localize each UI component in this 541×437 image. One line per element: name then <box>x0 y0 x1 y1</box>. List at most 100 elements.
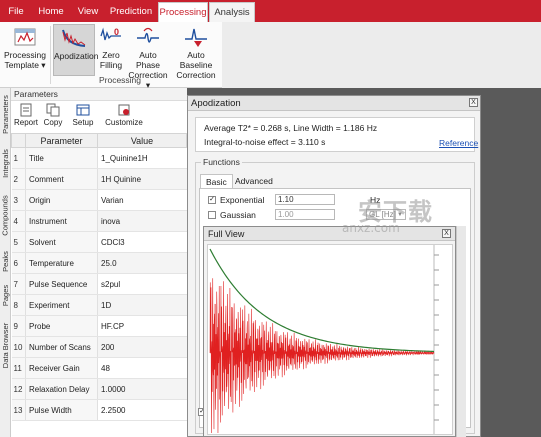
side-tab-peaks[interactable]: Peaks <box>0 246 11 276</box>
table-row[interactable]: 10 Number of Scans 200 <box>11 336 187 358</box>
tab-home[interactable]: Home <box>33 2 69 22</box>
apodization-envelope-line <box>209 248 435 353</box>
parameter-name: Number of Scans <box>25 336 98 358</box>
exponential-checkbox[interactable]: ✓ <box>208 196 216 204</box>
side-tab-compounds[interactable]: Compounds <box>0 188 11 242</box>
parameter-name: Experiment <box>25 294 98 316</box>
table-row[interactable]: 13 Pulse Width 2.2500 <box>11 399 187 421</box>
report-button[interactable]: Report <box>14 103 38 131</box>
ribbon-empty-area <box>222 22 541 88</box>
fid-plot-area <box>207 244 453 435</box>
row-number: 7 <box>11 273 26 295</box>
parameter-value[interactable]: 1.0000 <box>97 378 187 400</box>
parameter-value[interactable]: s2pul <box>97 273 187 295</box>
parameter-name: Comment <box>25 168 98 190</box>
integral-noise-text: Integral-to-noise effect = 3.110 s <box>204 137 326 147</box>
value-column-header[interactable]: Value <box>97 133 187 148</box>
tab-analysis[interactable]: Analysis <box>209 2 255 22</box>
side-tab-parameters[interactable]: Parameters <box>0 90 11 138</box>
row-number-header <box>11 133 26 148</box>
parameter-value[interactable]: HF.CP <box>97 315 187 337</box>
table-row[interactable]: 3 Origin Varian <box>11 189 187 211</box>
tab-processing[interactable]: Processing <box>158 2 208 22</box>
row-number: 11 <box>11 357 26 379</box>
parameter-value[interactable]: 200 <box>97 336 187 358</box>
table-row[interactable]: 8 Experiment 1D <box>11 294 187 316</box>
auto-baseline-correction-button[interactable]: Auto Baseline Correction <box>172 24 220 80</box>
gaussian-checkbox[interactable] <box>208 211 216 219</box>
row-number: 1 <box>11 147 26 169</box>
customize-label: Customize <box>105 118 143 127</box>
fid-signal-line <box>209 278 435 434</box>
parameter-name: Probe <box>25 315 98 337</box>
table-row[interactable]: 2 Comment 1H Quinine <box>11 168 187 190</box>
table-row[interactable]: 5 Solvent CDCl3 <box>11 231 187 253</box>
workspace-scrollbar[interactable] <box>456 226 466 437</box>
table-row[interactable]: 6 Temperature 25.0 <box>11 252 187 274</box>
tab-basic[interactable]: Basic <box>200 174 233 188</box>
report-icon <box>20 103 32 117</box>
ribbon-panel: Processing Template ▾ Apodization 0 Zero… <box>0 22 541 90</box>
processing-template-label: Processing <box>3 50 47 60</box>
parameter-value[interactable]: 25.0 <box>97 252 187 274</box>
processing-group-label: Processing <box>98 75 142 85</box>
customize-button[interactable]: Customize <box>104 103 144 131</box>
setup-button[interactable]: Setup <box>71 103 95 131</box>
watermark-url: anxz.com <box>342 221 400 235</box>
parameter-name: Temperature <box>25 252 98 274</box>
row-number: 6 <box>11 252 26 274</box>
zero-filling-button[interactable]: 0 Zero Filling <box>98 24 124 76</box>
parameter-value[interactable]: 1_Quinine1H <box>97 147 187 169</box>
side-tab-integrals-label: Integrals <box>1 148 10 178</box>
parameter-value[interactable]: 48 <box>97 357 187 379</box>
auto-phase-correction-button[interactable]: Auto Phase Correction ▾ <box>127 24 169 90</box>
table-row[interactable]: 1 Title 1_Quinine1H <box>11 147 187 169</box>
side-tab-data-browser[interactable]: Data Browser <box>0 316 11 374</box>
apodization-close-button[interactable]: X <box>469 98 478 107</box>
side-tab-pages[interactable]: Pages <box>0 280 11 310</box>
parameter-value[interactable]: 1H Quinine <box>97 168 187 190</box>
parameter-name: Receiver Gain <box>25 357 98 379</box>
parameter-name: Pulse Sequence <box>25 273 98 295</box>
table-row[interactable]: 12 Relaxation Delay 1.0000 <box>11 378 187 400</box>
parameter-column-header[interactable]: Parameter <box>25 133 98 148</box>
full-view-close-button[interactable]: X <box>442 229 451 238</box>
parameter-value[interactable]: Varian <box>97 189 187 211</box>
zero-filling-sublabel: Filling <box>99 60 123 70</box>
table-row[interactable]: 7 Pulse Sequence s2pul <box>11 273 187 295</box>
gaussian-value-input[interactable]: 1.00 <box>275 209 335 220</box>
parameter-name: Pulse Width <box>25 399 98 421</box>
row-number: 8 <box>11 294 26 316</box>
tab-file[interactable]: File <box>2 2 30 22</box>
copy-button[interactable]: Copy <box>42 103 64 131</box>
side-tab-integrals[interactable]: Integrals <box>0 142 11 184</box>
parameter-value[interactable]: 2.2500 <box>97 399 187 421</box>
parameter-value[interactable]: inova <box>97 210 187 232</box>
parameter-value[interactable]: CDCl3 <box>97 231 187 253</box>
row-number: 13 <box>11 399 26 421</box>
row-number: 4 <box>11 210 26 232</box>
tab-view[interactable]: View <box>73 2 103 22</box>
full-view-title: Full View <box>204 227 455 241</box>
report-label: Report <box>14 118 39 127</box>
parameter-name: Title <box>25 147 98 169</box>
processing-template-button[interactable]: Processing Template ▾ <box>3 24 47 76</box>
parameters-header-row: Parameter Value <box>11 133 187 148</box>
copy-icon <box>46 103 60 117</box>
side-tab-pages-label: Pages <box>1 284 10 306</box>
parameter-value[interactable]: 1D <box>97 294 187 316</box>
apodization-button[interactable]: Apodization <box>53 24 98 76</box>
reference-link[interactable]: Reference <box>439 138 478 148</box>
parameter-name: Origin <box>25 189 98 211</box>
auto-baseline-sublabel: Correction <box>176 70 216 80</box>
exponential-value-input[interactable]: 1.10 <box>275 194 335 205</box>
functions-group-label: Functions <box>201 157 242 167</box>
table-row[interactable]: 11 Receiver Gain 48 <box>11 357 187 379</box>
processing-template-icon <box>14 28 36 46</box>
tab-prediction[interactable]: Prediction <box>106 2 156 22</box>
table-row[interactable]: 9 Probe HF.CP <box>11 315 187 337</box>
table-row[interactable]: 4 Instrument inova <box>11 210 187 232</box>
side-tab-compounds-label: Compounds <box>1 194 11 236</box>
tab-advanced[interactable]: Advanced <box>230 174 278 188</box>
axis-tick-marks <box>434 254 439 421</box>
